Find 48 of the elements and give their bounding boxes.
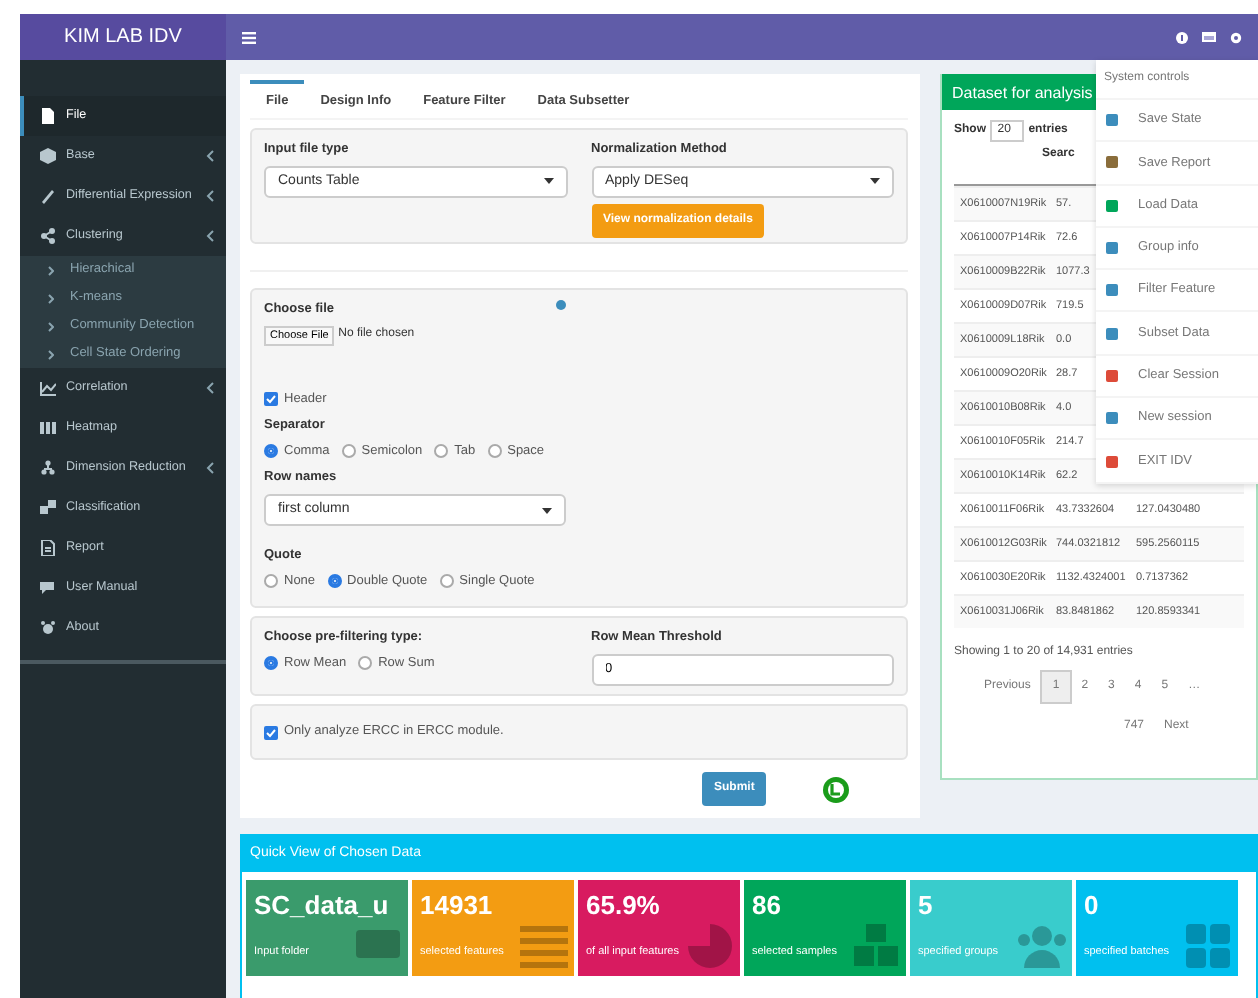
document-icon — [40, 540, 56, 556]
radio-button[interactable] — [434, 444, 449, 459]
caret-icon — [542, 507, 552, 513]
chevron-left-icon — [206, 230, 214, 242]
chevron-left-icon — [206, 382, 214, 394]
sitemap-icon — [40, 460, 56, 476]
users-icon — [1018, 922, 1066, 970]
radio-button[interactable] — [487, 444, 502, 459]
radio-button[interactable] — [439, 574, 454, 589]
chevron-left-icon — [206, 150, 214, 162]
radio-button[interactable] — [264, 574, 278, 589]
stat-value: 5 — [918, 888, 933, 924]
list-icon — [520, 922, 568, 970]
stat-value: 86 — [752, 888, 781, 924]
grid-icon — [1184, 922, 1232, 970]
radio-button[interactable] — [341, 444, 356, 459]
squares-icon — [40, 500, 56, 516]
chevron-right-icon — [48, 349, 54, 359]
chat-icon — [40, 580, 56, 596]
caret-icon — [543, 178, 553, 185]
menu-icon — [242, 31, 256, 43]
chevron-right-icon — [48, 293, 54, 303]
radio-button[interactable] — [264, 444, 278, 459]
checkbox[interactable] — [264, 725, 278, 739]
radio-button[interactable] — [327, 574, 342, 589]
round-logo-icon — [822, 775, 851, 803]
radio-button[interactable] — [264, 656, 278, 671]
table-icon — [1202, 32, 1216, 42]
stat-value: 65.9% — [586, 888, 660, 924]
caret-icon — [870, 178, 880, 185]
chevron-right-icon — [48, 321, 54, 331]
stat-value: 14931 — [420, 888, 493, 924]
pen-icon — [40, 188, 56, 204]
stat-value: 0 — [1084, 888, 1099, 924]
app-title: KIM LAB IDV — [20, 14, 226, 60]
checkbox[interactable] — [264, 392, 278, 407]
radio-button[interactable] — [358, 656, 373, 671]
share-icon — [40, 228, 56, 244]
cubes-icon — [852, 922, 900, 970]
line-chart-icon — [40, 380, 56, 396]
cube-icon — [40, 148, 56, 164]
chevron-right-icon — [48, 265, 54, 275]
file-icon — [40, 108, 56, 124]
grid-icon — [40, 420, 56, 436]
pie-chart-icon — [686, 922, 734, 970]
chevron-left-icon — [206, 190, 214, 202]
stat-value: SC_data_u — [254, 888, 389, 924]
chevron-left-icon — [206, 462, 214, 474]
